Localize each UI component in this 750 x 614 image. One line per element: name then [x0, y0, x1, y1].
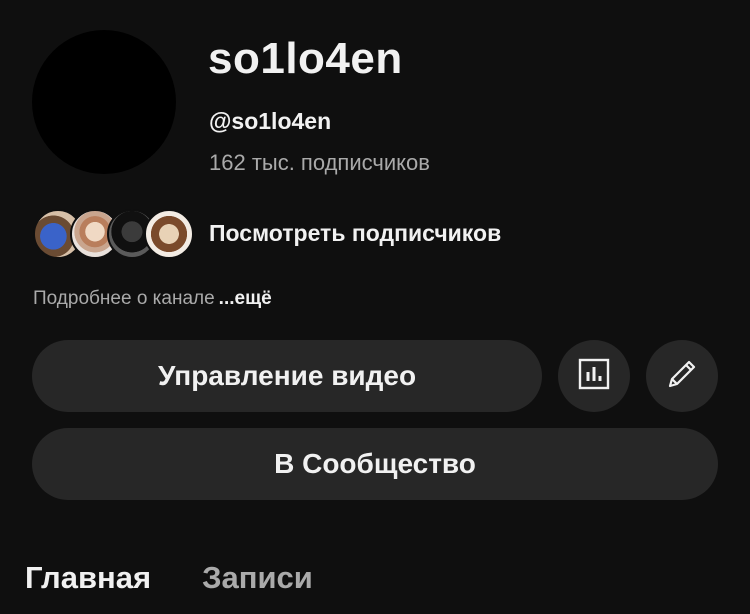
channel-handle: @so1lo4en — [209, 108, 332, 134]
analytics-icon — [577, 357, 611, 396]
view-subscribers-label: Посмотреть подписчиков — [209, 219, 502, 246]
subscriber-avatar — [144, 209, 194, 259]
pencil-icon — [664, 356, 700, 397]
about-more-link[interactable]: ...ещё — [219, 288, 272, 309]
channel-name: so1lo4en — [208, 34, 403, 83]
channel-about[interactable]: Подробнее о канале ...ещё — [33, 288, 272, 310]
analytics-button[interactable] — [558, 340, 630, 412]
manage-videos-button[interactable]: Управление видео — [32, 340, 542, 412]
edit-channel-button[interactable] — [646, 340, 718, 412]
about-text: Подробнее о канале — [33, 288, 215, 309]
subscriber-avatars — [33, 208, 194, 259]
subscriber-count: 162 тыс. подписчиков — [209, 150, 430, 175]
tab-posts[interactable]: Записи — [202, 560, 313, 596]
view-subscribers-row[interactable]: Посмотреть подписчиков — [33, 207, 501, 259]
tab-home[interactable]: Главная — [25, 560, 151, 596]
community-button[interactable]: В Сообщество — [32, 428, 718, 500]
channel-avatar[interactable] — [32, 30, 176, 174]
channel-tabs: Главная Записи — [25, 560, 313, 596]
